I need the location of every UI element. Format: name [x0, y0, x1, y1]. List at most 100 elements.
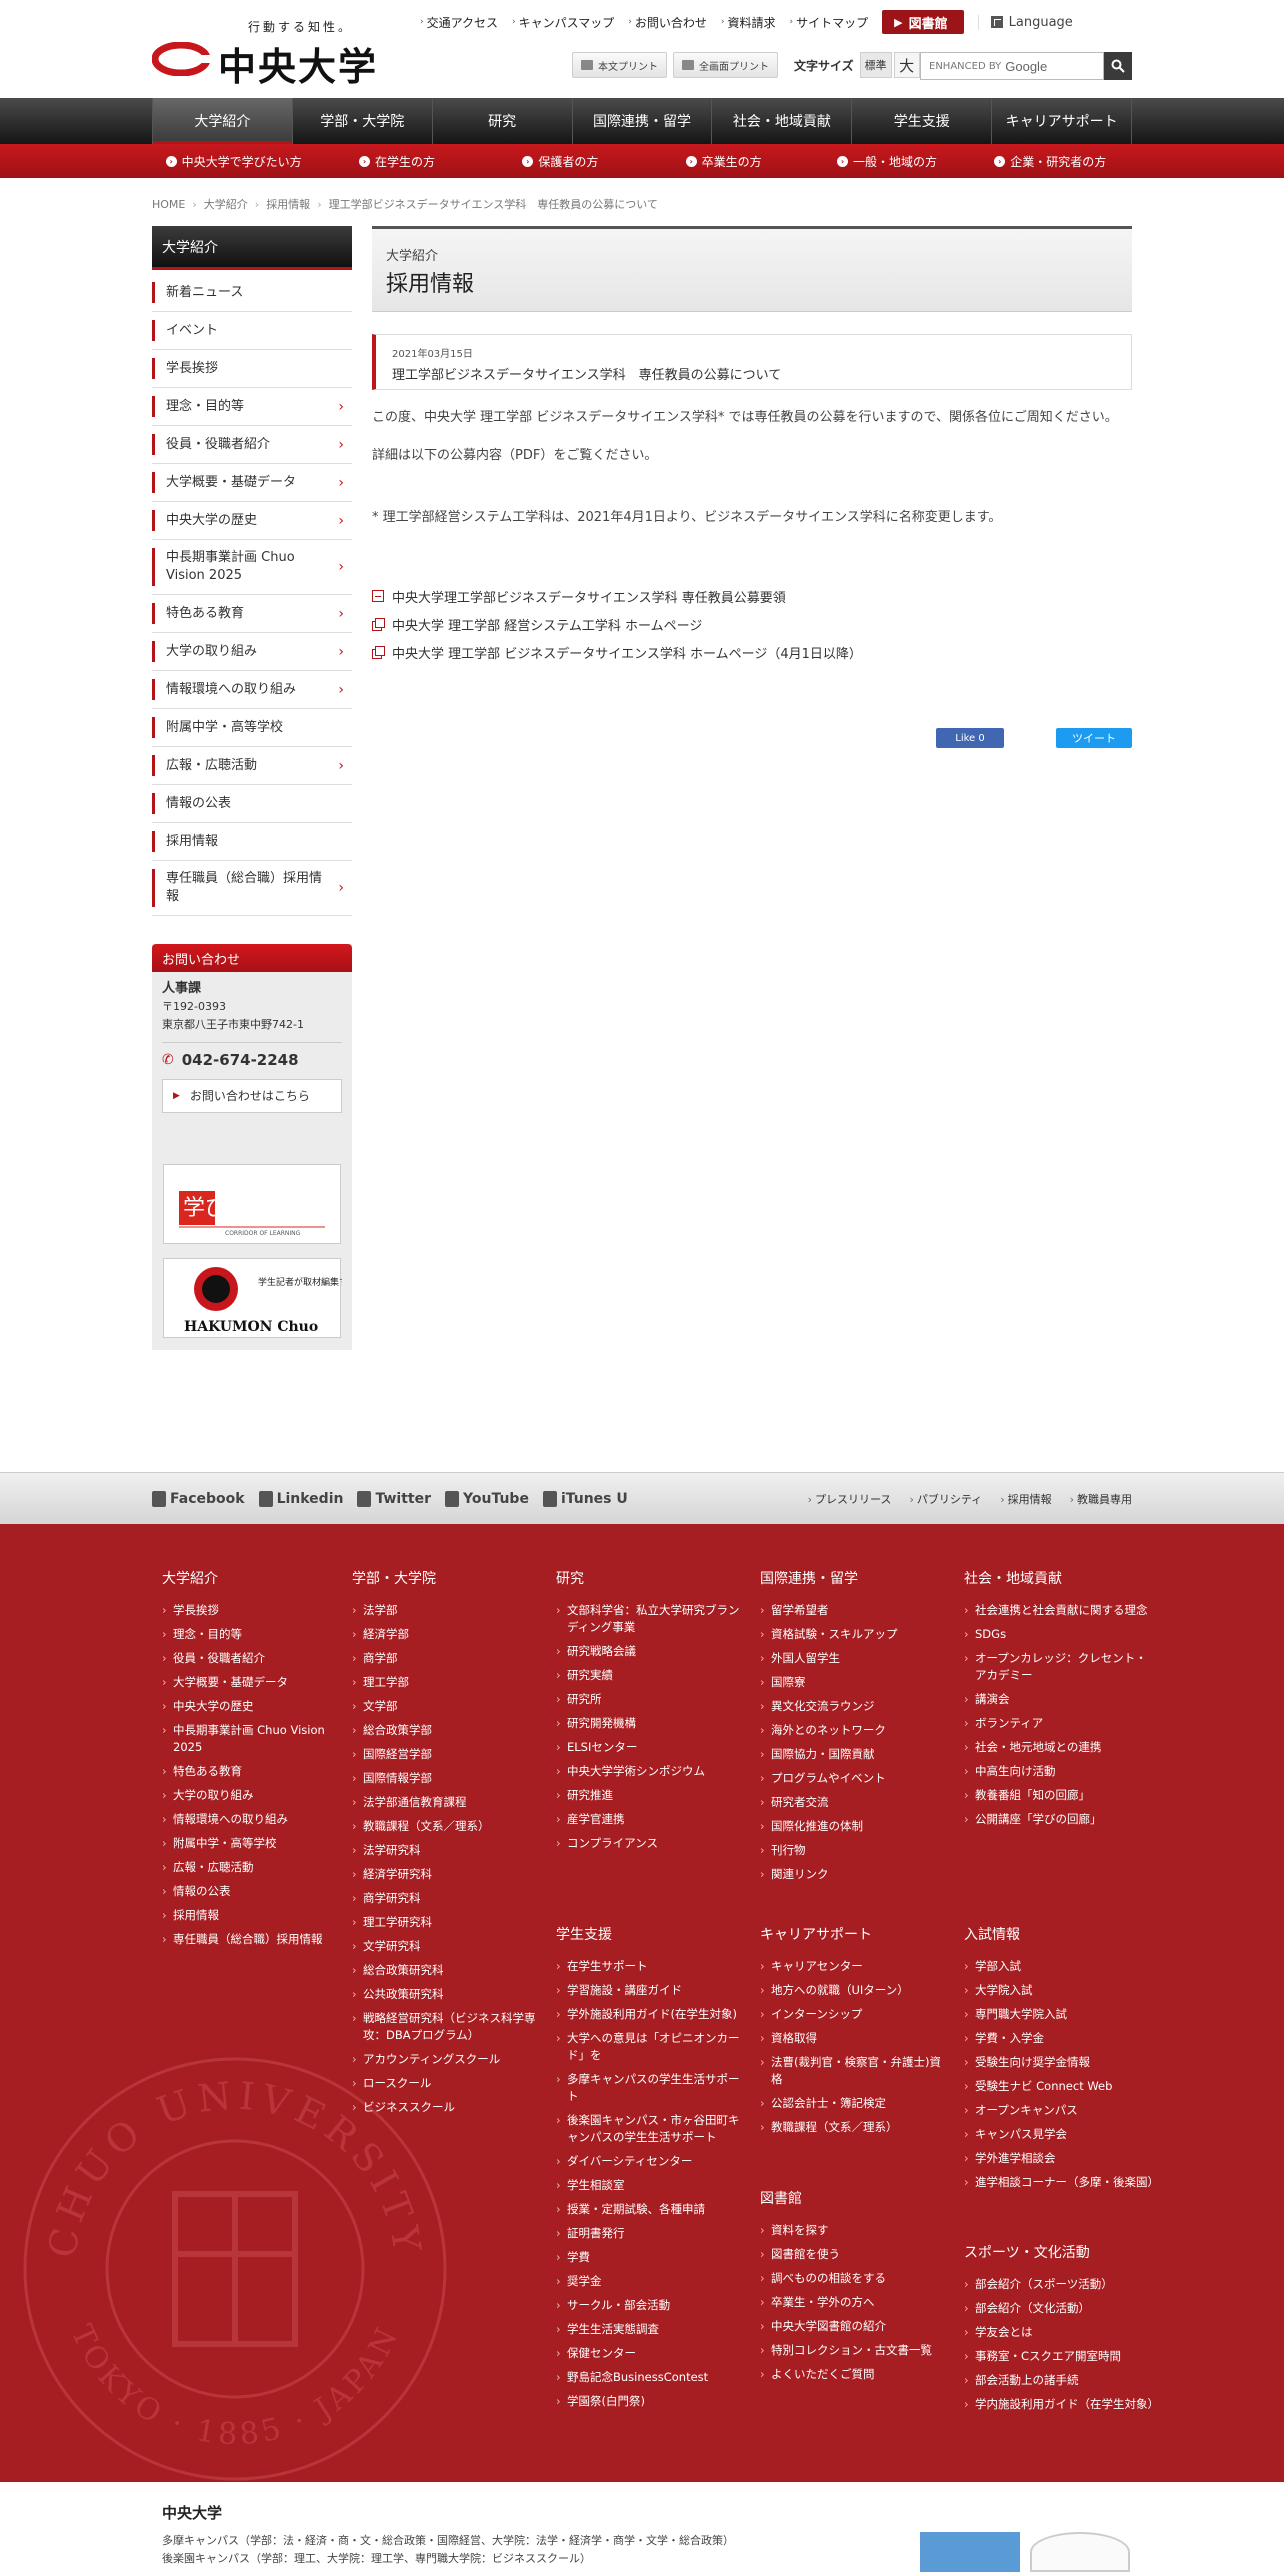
- footer-link[interactable]: 大学院入試: [964, 1982, 1154, 1999]
- gnav-item-career[interactable]: キャリアサポート: [992, 98, 1133, 144]
- sidebar-item[interactable]: 中央大学の歴史 ›: [152, 502, 352, 540]
- footer-column-title[interactable]: スポーツ・文化活動: [964, 2242, 1154, 2262]
- footer-link[interactable]: 情報の公表: [162, 1883, 352, 1900]
- tweet-button[interactable]: ツイート: [1056, 728, 1132, 748]
- footer-link[interactable]: 研究推進: [556, 1787, 746, 1804]
- footer-link[interactable]: 中央大学の歴史: [162, 1698, 352, 1715]
- footer-column-title[interactable]: 大学紹介: [162, 1568, 352, 1588]
- sidebar-item[interactable]: 特色ある教育 ›: [152, 595, 352, 633]
- footer-link[interactable]: 国際化推進の体制: [760, 1818, 950, 1835]
- linkedin-link[interactable]: Linkedin: [258, 1491, 343, 1507]
- recruit-link[interactable]: 採用情報: [1000, 1491, 1052, 1507]
- footer-link[interactable]: ダイバーシティセンター: [556, 2153, 746, 2170]
- footer-column-title[interactable]: 国際連携・留学: [760, 1568, 950, 1588]
- footer-link[interactable]: インターンシップ: [760, 2006, 950, 2023]
- footer-link[interactable]: 大学の取り組み: [162, 1787, 352, 1804]
- footer-link[interactable]: 中長期事業計画 Chuo Vision 2025: [162, 1722, 352, 1756]
- footer-link[interactable]: 受験生向け奨学金情報: [964, 2054, 1154, 2071]
- gnav-item-international[interactable]: 国際連携・留学: [573, 98, 713, 144]
- footer-link[interactable]: 社会連携と社会貢献に関する理念: [964, 1602, 1154, 1619]
- footer-link[interactable]: 学友会とは: [964, 2324, 1154, 2341]
- footer-column-title[interactable]: 入試情報: [964, 1924, 1154, 1944]
- util-link-request[interactable]: › 資料請求: [721, 14, 776, 31]
- footer-link[interactable]: 理工学部: [352, 1674, 542, 1691]
- footer-link[interactable]: 国際協力・国際貢献: [760, 1746, 950, 1763]
- link-bds-homepage[interactable]: 中央大学 理工学部 ビジネスデータサイエンス学科 ホームページ（4月1日以降）: [372, 638, 1132, 666]
- gnav-item-community[interactable]: 社会・地域貢献: [712, 98, 853, 144]
- footer-link[interactable]: 商学部: [352, 1650, 542, 1667]
- footer-link[interactable]: 研究開発機構: [556, 1715, 746, 1732]
- footer-link[interactable]: 総合政策研究科: [352, 1962, 542, 1979]
- footer-link[interactable]: 留学希望者: [760, 1602, 950, 1619]
- util-link-campus-map[interactable]: › キャンパスマップ: [512, 14, 614, 31]
- footer-link[interactable]: 大学への意見は「オピニオンカード」を: [556, 2030, 746, 2064]
- footer-link[interactable]: 関連リンク: [760, 1866, 950, 1883]
- footer-link[interactable]: 資料を探す: [760, 2222, 950, 2239]
- itunes-link[interactable]: iTunes U: [542, 1491, 628, 1507]
- footer-link[interactable]: 在学生サポート: [556, 1958, 746, 1975]
- footer-link[interactable]: 研究戦略会議: [556, 1643, 746, 1660]
- footer-link[interactable]: 学生相談室: [556, 2177, 746, 2194]
- footer-link[interactable]: 外国人留学生: [760, 1650, 950, 1667]
- footer-link[interactable]: 公認会計士・簿記検定: [760, 2095, 950, 2112]
- footer-link[interactable]: 学費・入学金: [964, 2030, 1154, 2047]
- twitter-link[interactable]: Twitter: [357, 1491, 431, 1507]
- footer-link[interactable]: 法曹(裁判官・検察官・弁護士)資格: [760, 2054, 950, 2088]
- sidebar-item[interactable]: 専任職員（総合職）採用情報 ›: [152, 861, 352, 916]
- audience-students[interactable]: › 在学生の方: [315, 144, 478, 178]
- publicity-link[interactable]: パブリシティ: [909, 1491, 982, 1507]
- footer-link[interactable]: 特別コレクション・古文書一覧: [760, 2342, 950, 2359]
- footer-link[interactable]: 図書館を使う: [760, 2246, 950, 2263]
- footer-link[interactable]: 国際経営学部: [352, 1746, 542, 1763]
- footer-link[interactable]: コンプライアンス: [556, 1835, 746, 1852]
- footer-link[interactable]: 社会・地元地域との連携: [964, 1739, 1154, 1756]
- footer-link[interactable]: 教職課程（文系／理系）: [352, 1818, 542, 1835]
- footer-link[interactable]: 理工学研究科: [352, 1914, 542, 1931]
- press-release-link[interactable]: プレスリリース: [808, 1491, 891, 1507]
- hakumon-chuo-banner[interactable]: 学生記者が取材編集する大学広報誌 HAKUMON Chuo: [163, 1258, 402, 1338]
- sidebar-item[interactable]: 情報環境への取り組み ›: [152, 671, 352, 709]
- util-link-sitemap[interactable]: › サイトマップ: [790, 14, 869, 31]
- footer-link[interactable]: 部会紹介（スポーツ活動）: [964, 2276, 1154, 2293]
- footer-link[interactable]: 刊行物: [760, 1842, 950, 1859]
- footer-link[interactable]: 専門職大学院入試: [964, 2006, 1154, 2023]
- footer-column-title[interactable]: 学部・大学院: [352, 1568, 542, 1588]
- footer-link[interactable]: 国際寮: [760, 1674, 950, 1691]
- footer-column-title[interactable]: 研究: [556, 1568, 746, 1588]
- footer-link[interactable]: ELSIセンター: [556, 1739, 746, 1756]
- footer-badge-circle[interactable]: [1030, 2532, 1130, 2572]
- footer-link[interactable]: 文学研究科: [352, 1938, 542, 1955]
- footer-link[interactable]: 専任職員（総合職）採用情報: [162, 1931, 352, 1948]
- footer-link[interactable]: 経済学部: [352, 1626, 542, 1643]
- footer-link[interactable]: 学費: [556, 2249, 746, 2266]
- footer-link[interactable]: オープンカレッジ：クレセント・アカデミー: [964, 1650, 1154, 1684]
- footer-link[interactable]: 証明書発行: [556, 2225, 746, 2242]
- footer-link[interactable]: 学園祭(白門祭): [556, 2393, 746, 2410]
- footer-link[interactable]: 研究者交流: [760, 1794, 950, 1811]
- footer-link[interactable]: 総合政策学部: [352, 1722, 542, 1739]
- footer-link[interactable]: 役員・役職者紹介: [162, 1650, 352, 1667]
- footer-link[interactable]: プログラムやイベント: [760, 1770, 950, 1787]
- gnav-item-student-support[interactable]: 学生支援: [852, 98, 993, 144]
- footer-link[interactable]: 中央大学学術シンポジウム: [556, 1763, 746, 1780]
- sidebar-item[interactable]: イベント: [152, 312, 352, 350]
- facebook-link[interactable]: Facebook: [152, 1491, 245, 1507]
- language-button[interactable]: Language: [977, 14, 1073, 30]
- corridor-of-learning-banner[interactable]: 学びの回廊 CORRIDOR OF LEARNING: [163, 1164, 341, 1244]
- footer-link[interactable]: 後楽園キャンパス・市ヶ谷田町キャンパスの学生生活サポート: [556, 2112, 746, 2146]
- sidebar-item[interactable]: 広報・広聴活動 ›: [152, 747, 352, 785]
- footer-link[interactable]: 経済学研究科: [352, 1866, 542, 1883]
- sidebar-item[interactable]: 情報の公表: [152, 785, 352, 823]
- footer-badge-blue[interactable]: [920, 2532, 1020, 2572]
- footer-link[interactable]: キャリアセンター: [760, 1958, 950, 1975]
- footer-column-title[interactable]: キャリアサポート: [760, 1924, 950, 1944]
- footer-link[interactable]: 理念・目的等: [162, 1626, 352, 1643]
- footer-link[interactable]: 海外とのネットワーク: [760, 1722, 950, 1739]
- footer-link[interactable]: 事務室・Cスクエア開室時間: [964, 2348, 1154, 2365]
- footer-link[interactable]: 地方への就職（UIターン）: [760, 1982, 950, 1999]
- footer-link[interactable]: 部会紹介（文化活動）: [964, 2300, 1154, 2317]
- facebook-like-button[interactable]: Like 0: [936, 728, 1004, 748]
- footer-link[interactable]: 公共政策研究科: [352, 1986, 542, 2003]
- footer-link[interactable]: 学外進学相談会: [964, 2150, 1154, 2167]
- footer-link[interactable]: 公開講座「学びの回廊」: [964, 1811, 1154, 1828]
